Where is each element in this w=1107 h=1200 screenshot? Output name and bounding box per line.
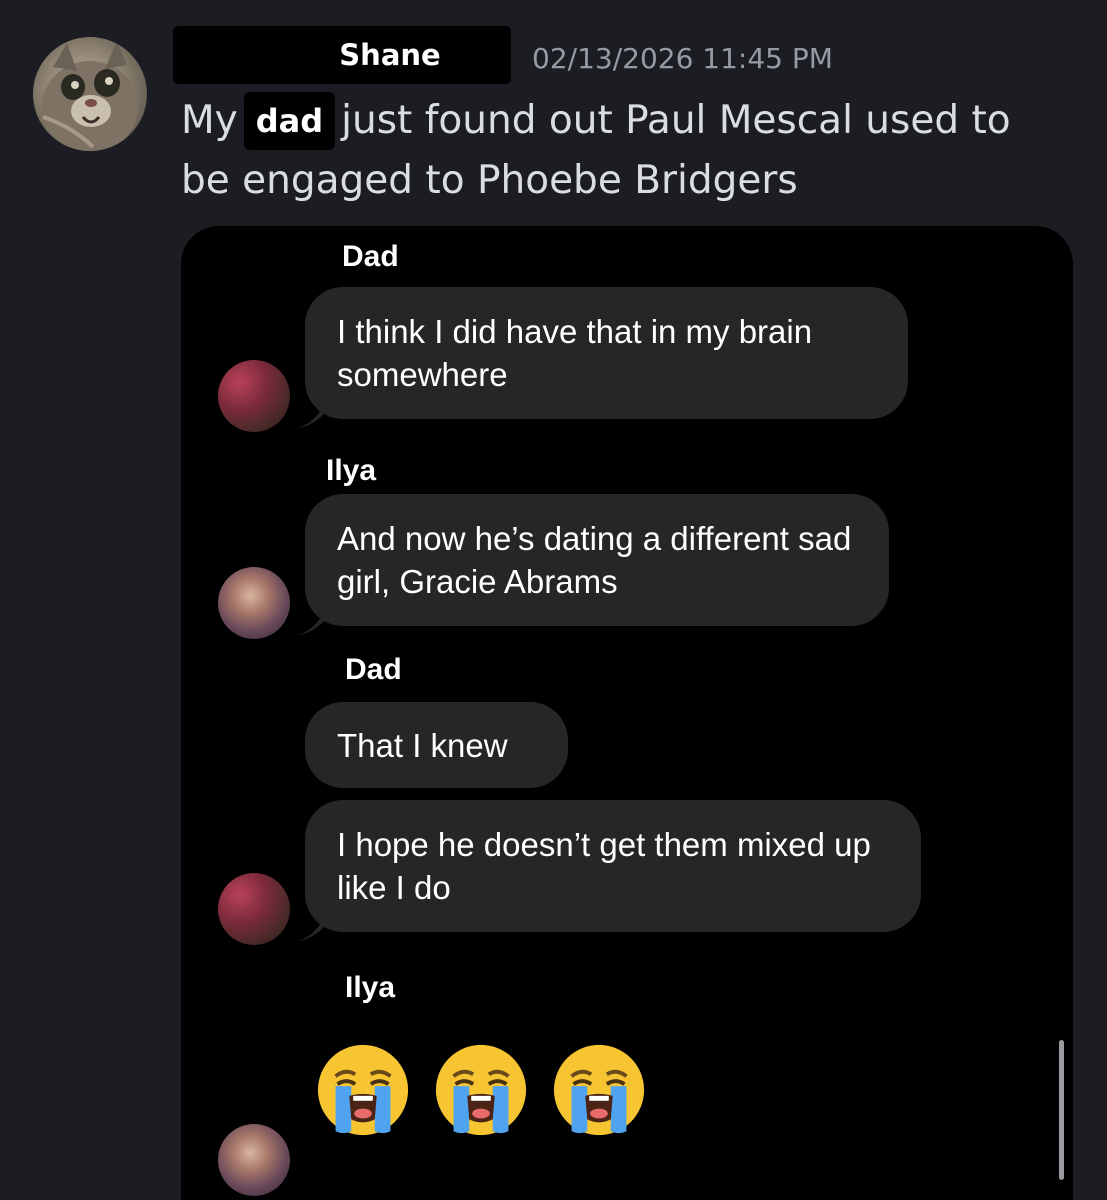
ilya-avatar [218, 1124, 290, 1196]
bubble-tail-icon [298, 917, 324, 941]
loudly-crying-face-icon [435, 1044, 527, 1136]
message-bubble: And now he’s dating a different sad girl… [305, 494, 889, 626]
message-bubble: I hope he doesn’t get them mixed up like… [305, 800, 921, 932]
bubble-text: I hope he doesn’t get them mixed up like… [337, 826, 871, 906]
cat-avatar[interactable] [33, 37, 147, 151]
bubble-text: And now he’s dating a different sad girl… [337, 520, 852, 600]
bubble-text: That I knew [337, 726, 508, 764]
sender-name: Dad [345, 653, 402, 686]
message-body: My dad just found out Paul Mescal used to … [181, 91, 1071, 211]
bubble-tail-icon [298, 611, 324, 635]
highlighted-word: dad [243, 92, 336, 150]
message-text-start: My [181, 98, 238, 143]
bubble-text: I think I did have that in my brain some… [337, 313, 813, 393]
scrollbar[interactable] [1059, 1040, 1064, 1180]
emoji-message [314, 1041, 648, 1139]
dad-avatar [218, 873, 290, 945]
sender-name: Ilya [326, 454, 377, 487]
dad-avatar [218, 360, 290, 432]
bubble-tail-icon [298, 404, 324, 428]
sender-name: Dad [342, 240, 399, 273]
message-bubble: That I knew [305, 702, 568, 788]
sender-name: Ilya [345, 971, 396, 1004]
loudly-crying-face-icon [317, 1044, 409, 1136]
author-name-redaction[interactable]: Shane [173, 26, 511, 84]
message-bubble: I think I did have that in my brain some… [305, 287, 908, 419]
chat-message: Shane 02/13/2026 11:45 PM My dad just foun… [0, 0, 1107, 1200]
loudly-crying-face-icon [553, 1044, 645, 1136]
ilya-avatar [218, 567, 290, 639]
message-timestamp: 02/13/2026 11:45 PM [532, 42, 833, 75]
image-attachment[interactable]: Dad I think I did have that in my brain … [181, 226, 1073, 1200]
author-name[interactable]: Shane [339, 38, 440, 72]
